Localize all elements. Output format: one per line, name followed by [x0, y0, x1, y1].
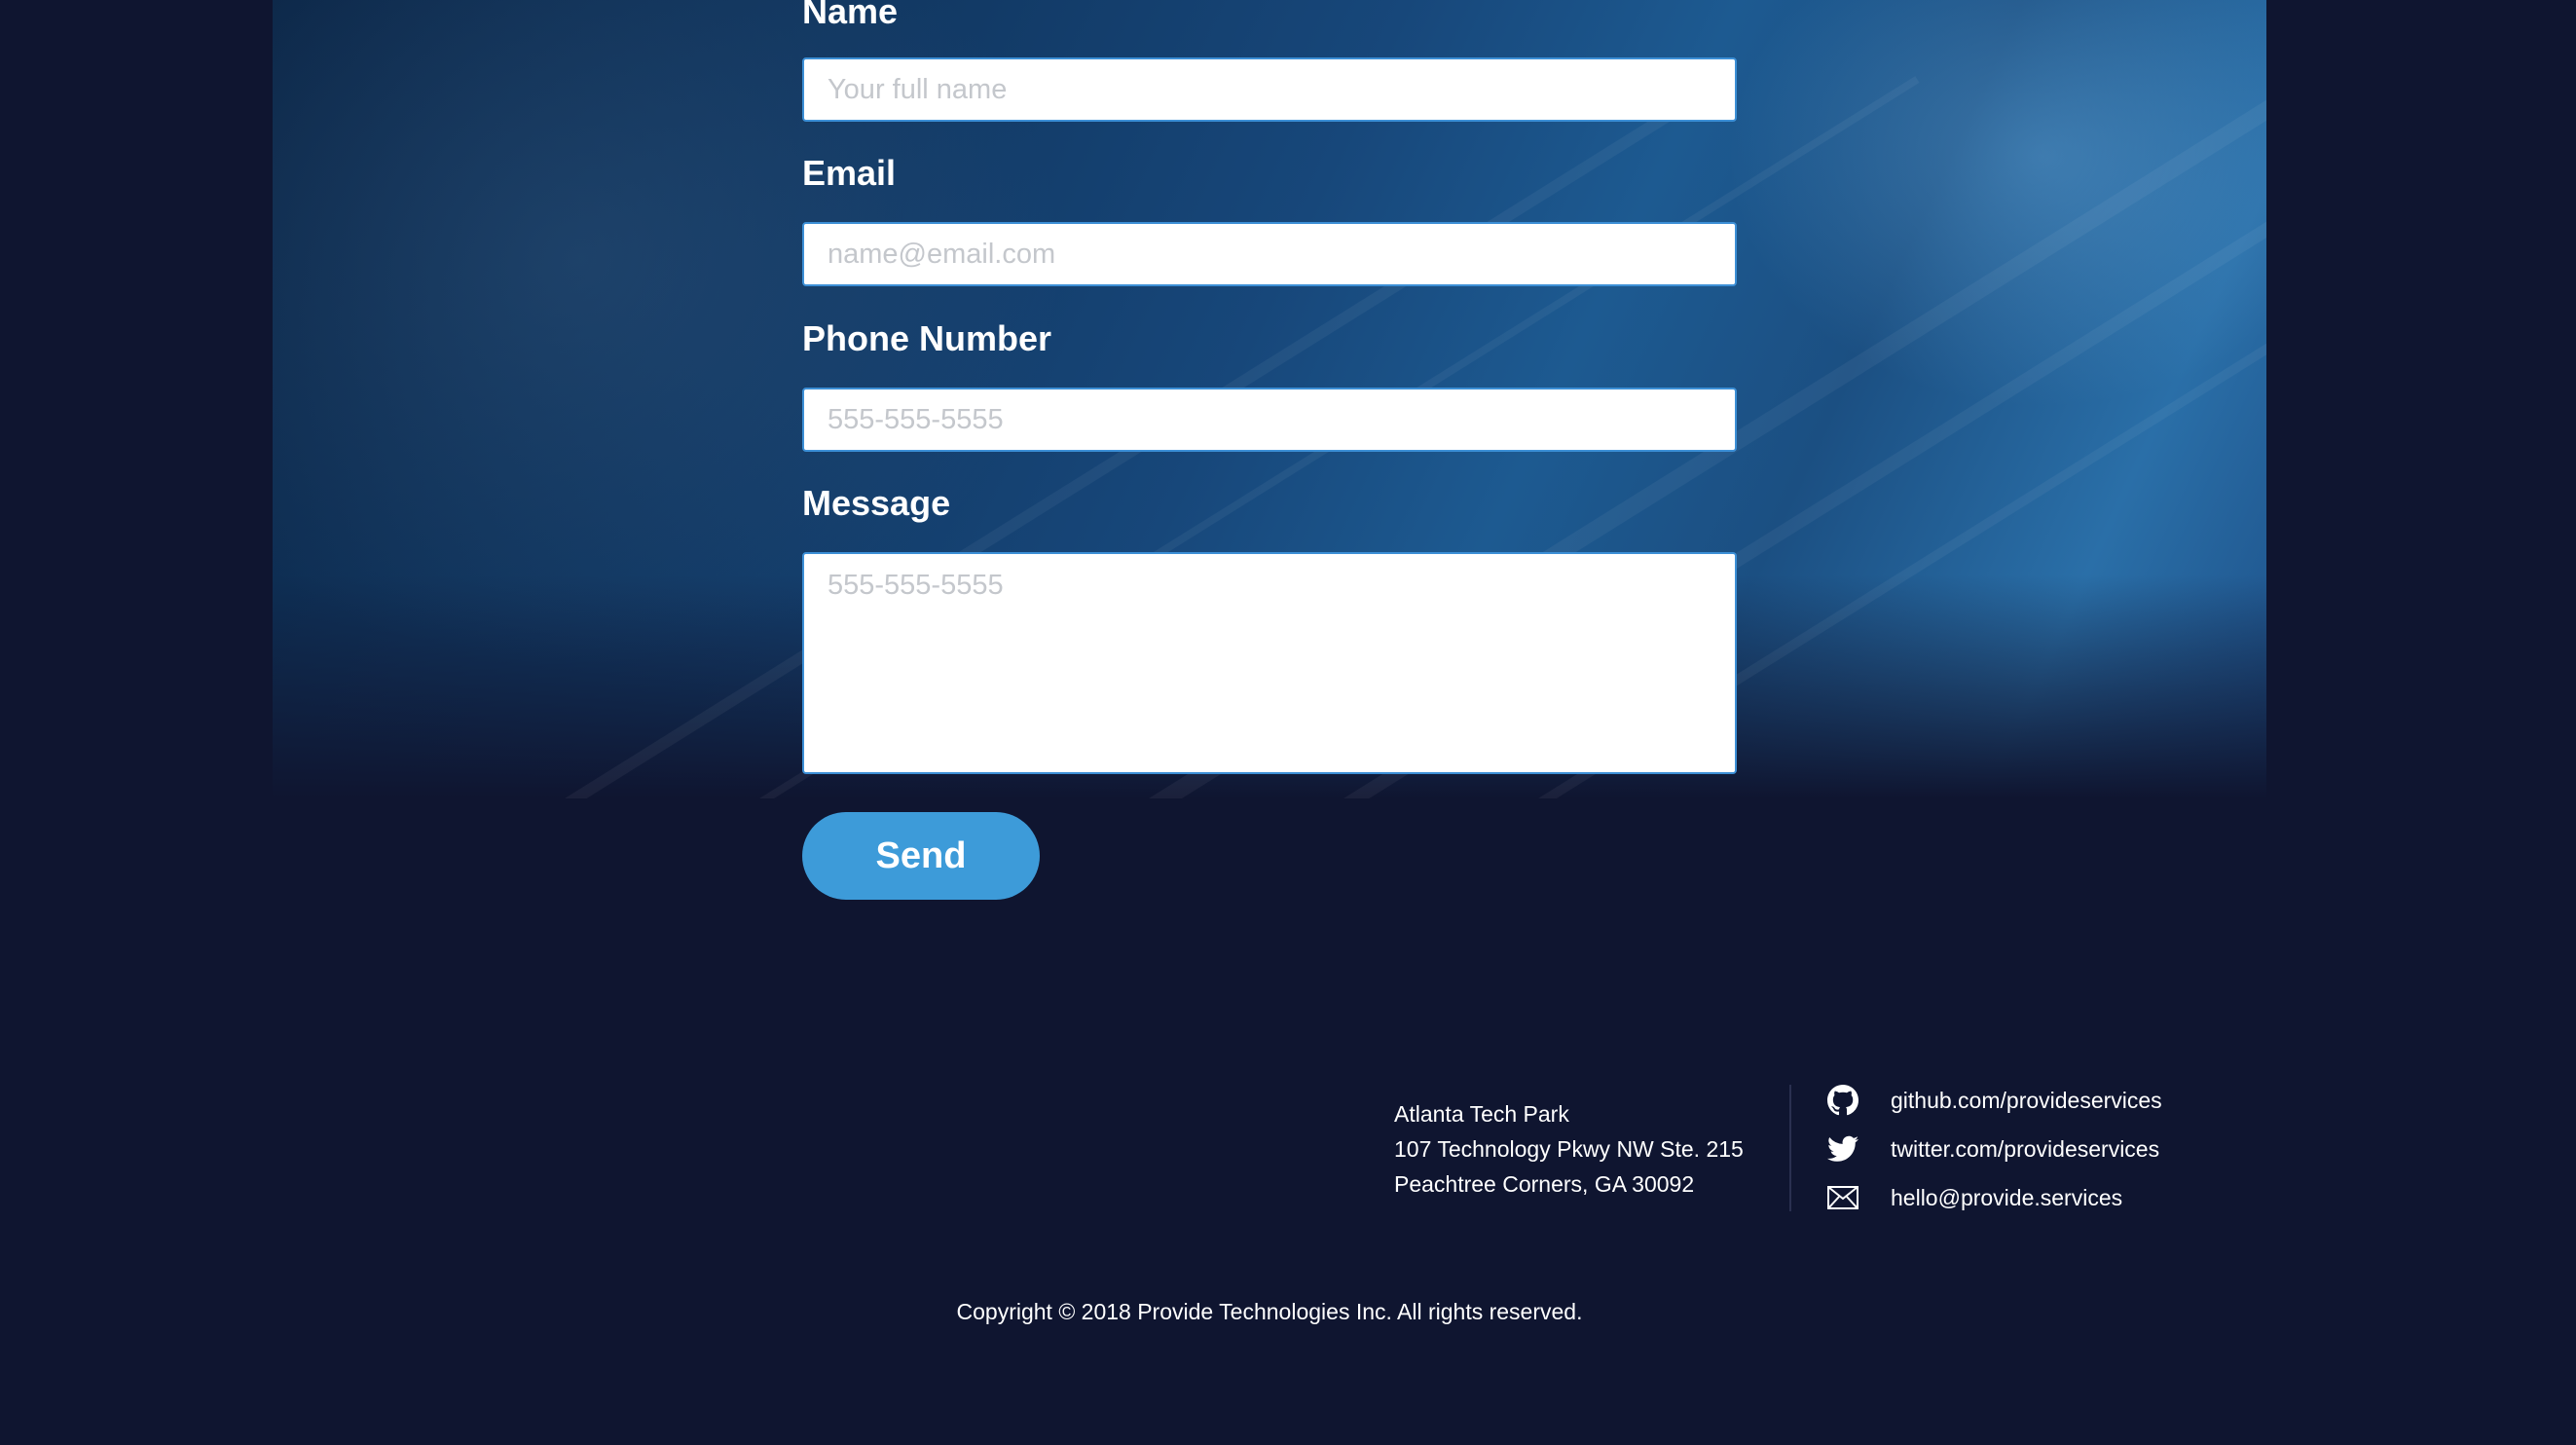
address-line-1: Atlanta Tech Park — [1394, 1101, 1569, 1127]
contact-page: Name Email Phone Number Message Send Atl… — [0, 0, 2576, 1445]
email-label: Email — [802, 153, 897, 193]
twitter-icon — [1826, 1132, 1859, 1166]
footer-divider — [1789, 1085, 1791, 1211]
phone-label: Phone Number — [802, 318, 1052, 358]
name-label: Name — [802, 0, 899, 31]
contact-label-email[interactable]: hello@provide.services — [1891, 1185, 2122, 1211]
copyright-text: Copyright © 2018 Provide Technologies In… — [956, 1299, 1583, 1324]
message-textarea[interactable] — [802, 552, 1737, 774]
contact-item-github[interactable]: github.com/provideservices — [1826, 1081, 2216, 1120]
send-button[interactable]: Send — [802, 812, 1040, 900]
contact-label-github[interactable]: github.com/provideservices — [1891, 1088, 2162, 1114]
contact-item-twitter[interactable]: twitter.com/provideservices — [1826, 1130, 2216, 1168]
footer-address: Atlanta Tech Park 107 Technology Pkwy NW… — [1394, 1096, 1784, 1202]
mail-icon — [1826, 1181, 1859, 1214]
email-input[interactable] — [802, 222, 1737, 286]
contact-item-email[interactable]: hello@provide.services — [1826, 1178, 2216, 1217]
phone-input[interactable] — [802, 388, 1737, 452]
address-line-3: Peachtree Corners, GA 30092 — [1394, 1171, 1695, 1197]
message-label: Message — [802, 483, 951, 523]
github-icon — [1826, 1084, 1859, 1117]
name-input[interactable] — [802, 57, 1737, 122]
address-line-2: 107 Technology Pkwy NW Ste. 215 — [1394, 1136, 1744, 1162]
contact-label-twitter[interactable]: twitter.com/provideservices — [1891, 1136, 2159, 1163]
